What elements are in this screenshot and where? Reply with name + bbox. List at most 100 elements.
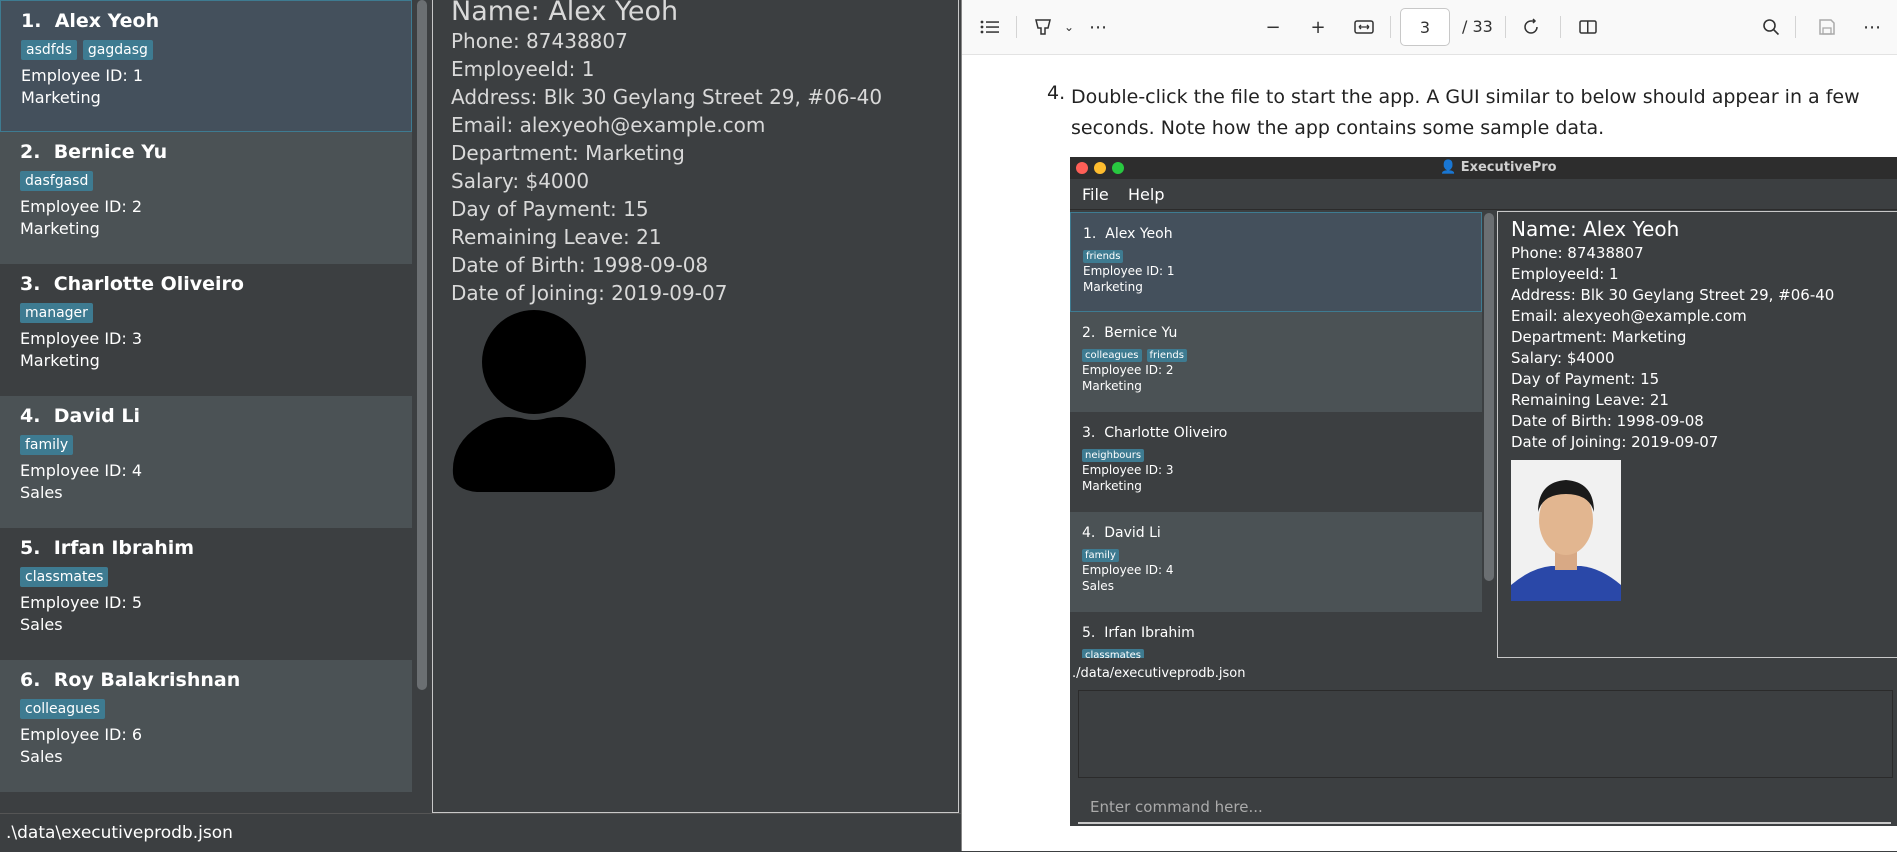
list-scrollbar[interactable] bbox=[414, 0, 430, 813]
employee-id: Employee ID: 6 bbox=[20, 725, 143, 744]
department: Marketing bbox=[21, 88, 101, 107]
tag: gagdasg bbox=[82, 40, 153, 60]
tag: friends bbox=[1146, 349, 1187, 362]
person-name: 4. David Li bbox=[20, 405, 141, 427]
rotate-icon[interactable] bbox=[1517, 13, 1545, 41]
window-title: 👤 ExecutivePro bbox=[1440, 160, 1557, 175]
person-name: 6. Roy Balakrishnan bbox=[20, 669, 241, 691]
scrollbar-thumb[interactable] bbox=[417, 0, 427, 690]
highlight-icon[interactable] bbox=[1029, 13, 1057, 41]
detail-employee-id: EmployeeId: 1 bbox=[1511, 265, 1619, 283]
department: Marketing bbox=[1082, 479, 1142, 493]
person-name: 5. Irfan Ibrahim bbox=[1082, 625, 1195, 641]
list-scrollbar bbox=[1484, 213, 1494, 581]
department: Marketing bbox=[20, 219, 100, 238]
tag: dasfgasd bbox=[20, 171, 94, 191]
person-card-4[interactable]: 4. David Li family Employee ID: 4 Sales bbox=[0, 396, 412, 528]
list-icon[interactable] bbox=[976, 13, 1004, 41]
person-detail-panel: Name: Alex Yeoh Phone: 87438807 Employee… bbox=[432, 0, 959, 813]
person-name: 2. Bernice Yu bbox=[20, 141, 168, 163]
detail-date-of-joining: Date of Joining: 2019-09-07 bbox=[1511, 433, 1719, 451]
employee-id: Employee ID: 3 bbox=[20, 329, 143, 348]
person-name: 1. Alex Yeoh bbox=[21, 10, 160, 32]
person-card: 2. Bernice Yu colleagues friends Employee… bbox=[1070, 312, 1482, 412]
person-card-2[interactable]: 2. Bernice Yu dasfgasd Employee ID: 2 Ma… bbox=[0, 132, 412, 264]
fit-width-icon[interactable] bbox=[1350, 13, 1378, 41]
department: Marketing bbox=[20, 351, 100, 370]
detail-date-of-joining: Date of Joining: 2019-09-07 bbox=[451, 281, 728, 305]
pdf-viewer: ⌄ ⋯ − + 3 / 33 ⋯ 4. Double-click the fil… bbox=[961, 0, 1897, 851]
detail-phone: Phone: 87438807 bbox=[451, 29, 628, 53]
page-total: / 33 bbox=[1462, 17, 1493, 36]
person-list: 1. Alex Yeoh asdfds gagdasg Employee ID: … bbox=[0, 0, 414, 813]
detail-salary: Salary: $4000 bbox=[451, 169, 590, 193]
department: Sales bbox=[20, 483, 63, 502]
app-screenshot-image: 👤 ExecutivePro File Help 1. Alex Yeoh fr… bbox=[1070, 157, 1897, 826]
detail-department: Department: Marketing bbox=[451, 141, 685, 165]
menu-help: Help bbox=[1128, 185, 1165, 204]
department: Sales bbox=[20, 615, 63, 634]
search-icon[interactable] bbox=[1757, 13, 1785, 41]
step-text: Double-click the file to start the app. … bbox=[1071, 86, 1860, 139]
detail-remaining-leave: Remaining Leave: 21 bbox=[451, 225, 662, 249]
detail-remaining-leave: Remaining Leave: 21 bbox=[1511, 391, 1669, 409]
person-card: 1. Alex Yeoh friends Employee ID: 1 Mark… bbox=[1070, 212, 1482, 312]
department: Sales bbox=[20, 747, 63, 766]
detail-department: Department: Marketing bbox=[1511, 328, 1687, 346]
pdf-toolbar: ⌄ ⋯ − + 3 / 33 ⋯ bbox=[962, 0, 1897, 55]
chevron-down-icon[interactable]: ⌄ bbox=[1055, 13, 1083, 41]
person-card-5[interactable]: 5. Irfan Ibrahim classmates Employee ID:… bbox=[0, 528, 412, 660]
employee-id: Employee ID: 2 bbox=[1082, 363, 1174, 377]
more-icon[interactable]: ⋯ bbox=[1858, 13, 1886, 41]
department: Marketing bbox=[1082, 379, 1142, 393]
pdf-page: 4. Double-click the file to start the ap… bbox=[962, 55, 1897, 851]
avatar-placeholder-icon bbox=[452, 310, 616, 492]
page-view-icon[interactable] bbox=[1574, 13, 1602, 41]
tag: friends bbox=[1083, 250, 1124, 263]
tag: neighbours bbox=[1082, 449, 1145, 462]
detail-date-of-birth: Date of Birth: 1998-09-08 bbox=[1511, 412, 1704, 430]
person-name: 3. Charlotte Oliveiro bbox=[1082, 425, 1228, 441]
employee-id: Employee ID: 1 bbox=[21, 66, 144, 85]
executivepro-window: 1. Alex Yeoh asdfds gagdasg Employee ID: … bbox=[0, 0, 961, 852]
person-card-6[interactable]: 6. Roy Balakrishnan colleagues Employee … bbox=[0, 660, 412, 792]
person-card: 3. Charlotte Oliveiro neighbours Employe… bbox=[1070, 412, 1482, 512]
more-icon[interactable]: ⋯ bbox=[1084, 13, 1112, 41]
person-name: 1. Alex Yeoh bbox=[1083, 226, 1173, 242]
tag: colleagues bbox=[20, 699, 105, 719]
page-number-input[interactable]: 3 bbox=[1400, 8, 1450, 46]
detail-address: Address: Blk 30 Geylang Street 29, #06-4… bbox=[1511, 286, 1835, 304]
person-card: 4. David Li family Employee ID: 4 Sales bbox=[1070, 512, 1482, 612]
command-placeholder: Enter command here... bbox=[1090, 798, 1263, 816]
tag: family bbox=[1082, 549, 1119, 562]
person-card: 5. Irfan Ibrahim classmates bbox=[1070, 612, 1482, 658]
employee-id: Employee ID: 1 bbox=[1083, 264, 1175, 278]
person-name: 5. Irfan Ibrahim bbox=[20, 537, 195, 559]
close-dot-icon bbox=[1076, 162, 1088, 174]
person-card-3[interactable]: 3. Charlotte Oliveiro manager Employee I… bbox=[0, 264, 412, 396]
detail-address: Address: Blk 30 Geylang Street 29, #06-4… bbox=[451, 85, 883, 109]
status-file-path: ./data/executiveprodb.json bbox=[1072, 666, 1246, 681]
command-box: Enter command here... bbox=[1078, 792, 1891, 824]
window-title-bar: 👤 ExecutivePro bbox=[1070, 157, 1897, 179]
detail-day-of-payment: Day of Payment: 15 bbox=[1511, 370, 1660, 388]
result-display bbox=[1078, 690, 1893, 778]
step-number: 4. bbox=[1047, 82, 1066, 104]
menu-bar: File Help bbox=[1070, 179, 1897, 210]
person-name: 4. David Li bbox=[1082, 525, 1161, 541]
person-detail-panel: Name: Alex Yeoh Phone: 87438807 Employee… bbox=[1497, 211, 1897, 658]
status-file-path: .\data\executiveprodb.json bbox=[6, 823, 233, 843]
person-name: 2. Bernice Yu bbox=[1082, 325, 1178, 341]
menu-file: File bbox=[1082, 185, 1109, 204]
detail-salary: Salary: $4000 bbox=[1511, 349, 1615, 367]
person-name: 3. Charlotte Oliveiro bbox=[20, 273, 244, 295]
save-icon[interactable] bbox=[1813, 13, 1841, 41]
department: Sales bbox=[1082, 579, 1114, 593]
tag: asdfds bbox=[21, 40, 77, 60]
zoom-in-icon[interactable]: + bbox=[1304, 13, 1332, 41]
person-card-1[interactable]: 1. Alex Yeoh asdfds gagdasg Employee ID: … bbox=[0, 0, 412, 132]
detail-date-of-birth: Date of Birth: 1998-09-08 bbox=[451, 253, 709, 277]
zoom-out-icon[interactable]: − bbox=[1259, 13, 1287, 41]
tag: family bbox=[20, 435, 74, 455]
tag: classmates bbox=[20, 567, 109, 587]
